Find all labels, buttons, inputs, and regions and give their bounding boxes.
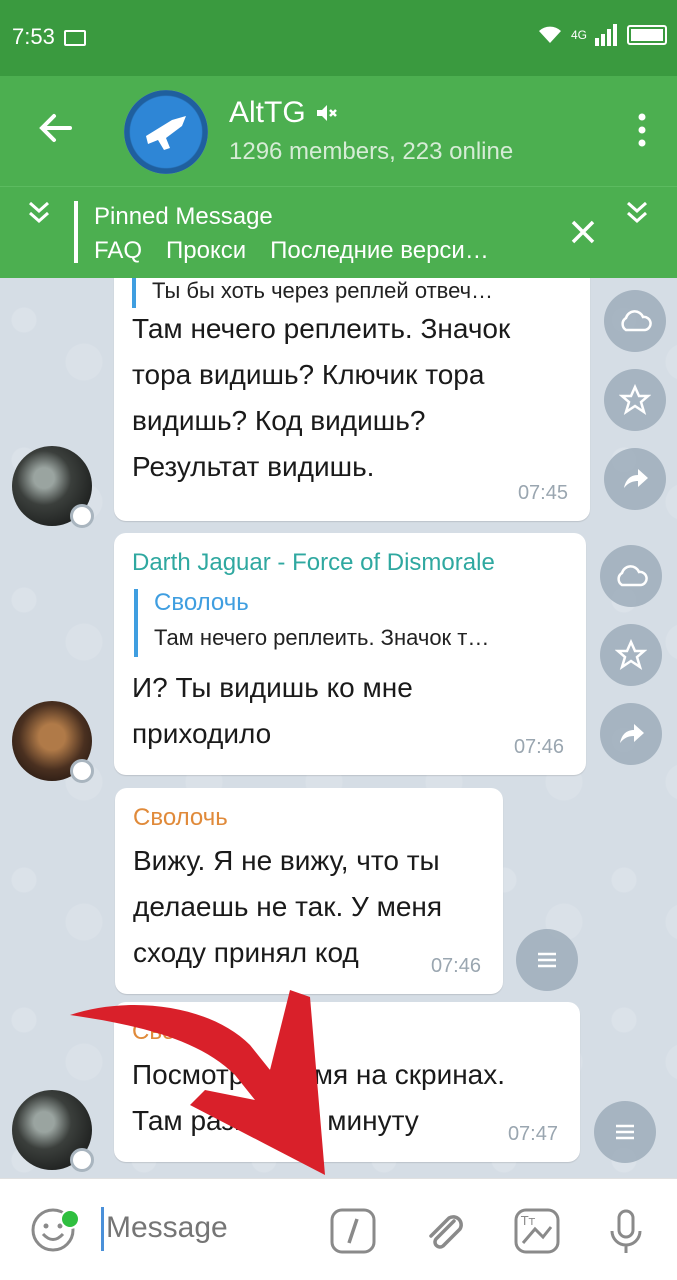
sticker-icon[interactable]: Tт xyxy=(513,1207,561,1255)
message-line: тора видишь? Ключик тора xyxy=(132,359,485,390)
svg-text:Tт: Tт xyxy=(520,1214,535,1228)
cloud-icon xyxy=(617,565,648,587)
status-icons: 4G xyxy=(537,24,667,46)
message-text: Там нечего реплеить. Значок тора видишь?… xyxy=(132,306,510,490)
message-line: сходу принял код xyxy=(133,937,359,968)
cloud-button[interactable] xyxy=(600,545,662,607)
chat-header: AltTG 1296 members, 223 online xyxy=(0,76,677,186)
battery-icon xyxy=(627,25,667,45)
chevron-down-icon[interactable] xyxy=(622,197,652,227)
menu-lines-icon xyxy=(616,1124,634,1140)
share-icon xyxy=(624,469,648,488)
pinned-link[interactable]: Последние верси… xyxy=(270,237,489,265)
network-type-label: 4G xyxy=(570,28,587,42)
message-actions-button[interactable] xyxy=(516,929,578,991)
message-line: И? Ты видишь ко мне xyxy=(132,672,413,703)
message-time: 07:46 xyxy=(430,955,481,977)
microphone-icon[interactable] xyxy=(602,1207,650,1255)
sender-name[interactable]: Сволочь xyxy=(133,804,228,832)
forward-button[interactable] xyxy=(600,703,662,765)
pinned-message-bar[interactable]: Pinned Message FAQ Прокси Последние верс… xyxy=(0,186,677,278)
pinned-links: FAQ Прокси Последние верси… xyxy=(94,237,489,265)
favorite-button[interactable] xyxy=(600,624,662,686)
group-avatar[interactable] xyxy=(124,90,208,174)
message-bubble[interactable]: Сволочь Вижу. Я не вижу, что ты делаешь … xyxy=(115,788,503,994)
message-input-bar: Tт xyxy=(0,1178,677,1280)
share-icon xyxy=(620,724,644,743)
chat-title[interactable]: AltTG xyxy=(229,96,338,130)
message-time: 07:45 xyxy=(517,482,568,504)
message-time: 07:47 xyxy=(507,1123,558,1145)
avatar[interactable] xyxy=(12,1090,94,1172)
signal-icon xyxy=(595,24,617,46)
back-arrow-icon[interactable] xyxy=(34,106,78,150)
wifi-icon xyxy=(538,26,561,43)
chevron-down-icon[interactable] xyxy=(24,197,54,227)
message-text: Вижу. Я не вижу, что ты делаешь не так. … xyxy=(133,838,442,976)
message-bubble[interactable]: Darth Jaguar - Force of Dismorale Сволоч… xyxy=(114,533,586,775)
message-line: делаешь не так. У меня xyxy=(133,891,443,922)
status-bar: 7:53 4G xyxy=(0,0,677,76)
message-line: Там разница в минуту xyxy=(132,1105,419,1136)
reply-author: Сволочь xyxy=(154,589,249,616)
reply-preview[interactable]: Ты бы хоть через реплей отвеч… xyxy=(132,278,572,308)
status-time: 7:53 xyxy=(12,24,55,49)
status-dot xyxy=(70,759,94,783)
cloud-button[interactable] xyxy=(604,290,666,352)
bot-command-icon[interactable] xyxy=(329,1207,377,1255)
message-line: Там нечего реплеить. Значок xyxy=(132,313,511,344)
pinned-link[interactable]: Прокси xyxy=(166,237,246,265)
message-line: видишь? Код видишь? xyxy=(132,405,426,436)
status-dot xyxy=(70,1148,94,1172)
image-notification-icon xyxy=(64,30,86,46)
chat-subtitle: 1296 members, 223 online xyxy=(229,138,514,165)
pinned-accent-bar xyxy=(74,201,78,263)
reply-text: Там нечего реплеить. Значок т… xyxy=(154,625,490,650)
sender-name[interactable]: Darth Jaguar - Force of Dismorale xyxy=(132,549,495,577)
muted-icon xyxy=(316,105,337,121)
message-time: 07:46 xyxy=(513,736,564,758)
message-text: И? Ты видишь ко мне приходило xyxy=(132,665,413,757)
message-line: Вижу. Я не вижу, что ты xyxy=(133,845,440,876)
message-line: Посмотри время на скринах. xyxy=(132,1059,506,1090)
avatar[interactable] xyxy=(12,446,94,528)
message-bubble[interactable]: Сволочь Посмотри время на скринах. Там р… xyxy=(114,1002,580,1162)
status-dot xyxy=(70,504,94,528)
chat-title-text: AltTG xyxy=(229,96,306,129)
forward-button[interactable] xyxy=(604,448,666,510)
jet-logo-icon xyxy=(146,116,186,150)
online-indicator xyxy=(60,1209,80,1229)
star-icon xyxy=(615,639,647,670)
close-icon[interactable] xyxy=(568,217,598,247)
sender-name[interactable]: Сволочь xyxy=(132,1018,227,1046)
menu-lines-icon xyxy=(538,952,556,968)
reply-preview[interactable]: Сволочь Там нечего реплеить. Значок т… xyxy=(134,589,566,657)
message-actions-button[interactable] xyxy=(594,1101,656,1163)
pinned-link[interactable]: FAQ xyxy=(94,237,142,265)
message-line: Результат видишь. xyxy=(132,451,375,482)
message-input[interactable] xyxy=(106,1211,306,1245)
reply-text: Ты бы хоть через реплей отвеч… xyxy=(152,278,494,303)
message-line: приходило xyxy=(132,718,272,749)
text-caret xyxy=(101,1207,104,1251)
more-options-icon[interactable] xyxy=(637,112,647,148)
message-list[interactable]: Ты бы хоть через реплей отвеч… Там нечег… xyxy=(0,278,677,1178)
pinned-title: Pinned Message xyxy=(94,203,273,230)
favorite-button[interactable] xyxy=(604,369,666,431)
star-icon xyxy=(619,384,651,415)
attach-icon[interactable] xyxy=(420,1207,468,1255)
avatar[interactable] xyxy=(12,701,94,783)
message-text: Посмотри время на скринах. Там разница в… xyxy=(132,1052,505,1144)
message-bubble[interactable]: Ты бы хоть через реплей отвеч… Там нечег… xyxy=(114,278,590,521)
cloud-icon xyxy=(621,310,652,332)
